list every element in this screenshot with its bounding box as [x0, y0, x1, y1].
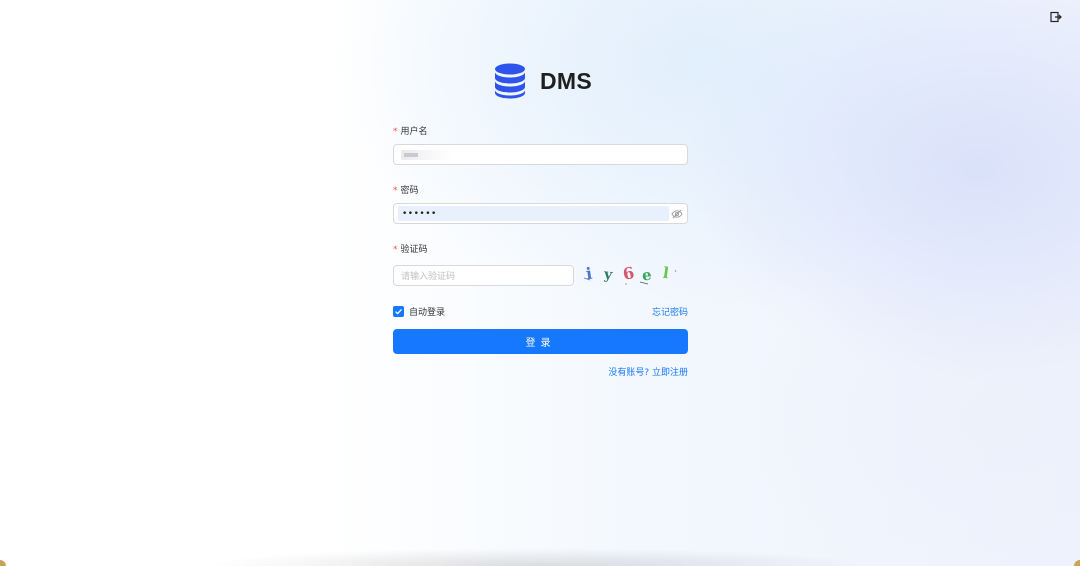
bottom-shadow — [200, 548, 880, 566]
remember-checkbox[interactable]: 自动登录 — [393, 305, 445, 318]
username-input[interactable] — [393, 144, 688, 165]
required-mark: * — [393, 127, 398, 137]
captcha-input[interactable]: 请输入验证码 — [393, 264, 574, 286]
captcha-field-group: * 验证码 请输入验证码 i y 6 e l — [393, 242, 688, 288]
exit-icon[interactable] — [1050, 8, 1062, 23]
login-form: * 用户名 * 密码 •••••• * 验证码 请输入验证码 i y 6 e l… — [393, 124, 688, 379]
required-mark: * — [393, 245, 398, 255]
password-label: 密码 — [400, 186, 419, 196]
options-row: 自动登录 忘记密码 — [393, 304, 688, 318]
eye-off-icon[interactable] — [671, 208, 683, 220]
database-icon — [494, 63, 526, 99]
password-label-row: * 密码 — [393, 183, 688, 199]
forgot-password-link[interactable]: 忘记密码 — [652, 305, 688, 318]
register-row: 没有账号? 立即注册 — [393, 360, 688, 379]
password-value: •••••• — [398, 206, 669, 221]
check-icon[interactable] — [393, 305, 404, 317]
username-label-row: * 用户名 — [393, 124, 688, 140]
captcha-label: 验证码 — [400, 245, 428, 255]
username-label: 用户名 — [400, 127, 428, 137]
window-corner-right — [1074, 560, 1080, 566]
username-field-group: * 用户名 — [393, 124, 688, 165]
username-value-redacted — [401, 149, 451, 160]
captcha-row: 请输入验证码 i y 6 e l — [393, 262, 688, 288]
required-mark: * — [393, 186, 398, 196]
password-field-group: * 密码 •••••• — [393, 183, 688, 224]
login-button[interactable]: 登录 — [393, 329, 688, 354]
register-link[interactable]: 没有账号? 立即注册 — [608, 368, 688, 378]
captcha-noise — [583, 269, 677, 285]
captcha-image[interactable]: i y 6 e l — [582, 262, 688, 288]
remember-label: 自动登录 — [409, 307, 446, 318]
brand-header: DMS — [494, 63, 592, 99]
password-input[interactable]: •••••• — [393, 203, 688, 224]
captcha-label-row: * 验证码 — [393, 242, 688, 258]
app-title: DMS — [540, 67, 593, 94]
